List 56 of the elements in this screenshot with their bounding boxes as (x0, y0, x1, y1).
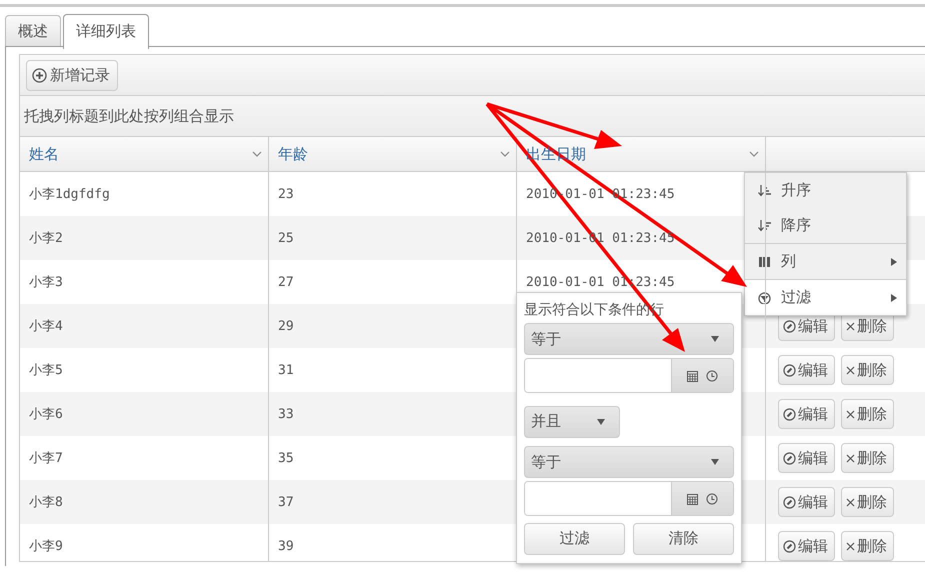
close-icon (846, 366, 855, 374)
edit-button[interactable]: 编辑 (778, 487, 835, 517)
clear-button[interactable]: 清除 (633, 522, 734, 555)
dropdown[interactable]: 等于 (524, 446, 734, 478)
table-cell: 小李6 (20, 392, 269, 436)
close-icon (846, 542, 855, 550)
clock-icon (706, 492, 718, 504)
pencil-circle-icon (783, 320, 796, 332)
table-cell: 小李8 (20, 480, 269, 524)
table-cell: 25 (269, 216, 517, 260)
add-record-button[interactable]: 新增记录 (26, 60, 118, 90)
caret-icon (252, 150, 262, 158)
dropdown-arrow-icon (711, 459, 719, 466)
delete-button[interactable]: 删除 (841, 531, 894, 561)
delete-button[interactable]: 删除 (841, 355, 894, 385)
date-input-field[interactable] (524, 358, 734, 393)
dropdown[interactable]: 并且 (524, 406, 620, 438)
pencil-circle-icon (783, 408, 796, 420)
sort-descending-icon (758, 220, 771, 232)
edit-button[interactable]: 编辑 (778, 443, 835, 473)
table-cell: 小李9 (20, 524, 269, 561)
delete-button[interactable]: 删除 (841, 443, 894, 473)
plus-circle-icon (32, 68, 47, 82)
dropdown[interactable]: 等于 (524, 323, 734, 356)
clock-icon (706, 370, 718, 382)
column-header[interactable]: 年龄 (269, 137, 517, 171)
close-icon (846, 454, 855, 462)
menu-item[interactable]: 过滤 (745, 279, 906, 315)
pencil-circle-icon (783, 540, 796, 552)
delete-button[interactable]: 删除 (841, 487, 894, 517)
group-hint: 托拽列标题到此处按列组合显示 (24, 106, 234, 126)
table-cell: 小李2 (20, 216, 269, 260)
filter-button[interactable]: 过滤 (524, 522, 625, 555)
pencil-circle-icon (783, 496, 796, 508)
caret-icon (500, 150, 510, 158)
edit-button[interactable]: 编辑 (778, 399, 835, 429)
pencil-circle-icon (783, 364, 796, 376)
caret-icon (749, 150, 759, 158)
date-input-field[interactable] (524, 481, 734, 516)
edit-button[interactable]: 编辑 (778, 355, 835, 385)
calendar-icon (687, 492, 698, 504)
calendar-icon (687, 370, 698, 382)
edit-button[interactable]: 编辑 (778, 531, 835, 561)
tab[interactable]: 详细列表 (63, 14, 149, 49)
delete-button[interactable]: 删除 (841, 399, 894, 429)
table-cell: 小李4 (20, 304, 269, 348)
columns-icon (758, 256, 771, 268)
dropdown-arrow-icon (711, 336, 719, 342)
close-icon (846, 410, 855, 418)
column-header[interactable]: 姓名 (20, 137, 269, 171)
close-icon (846, 498, 855, 506)
pencil-circle-icon (783, 452, 796, 464)
sort-ascending-icon (758, 184, 771, 196)
dropdown-arrow-icon (597, 418, 605, 425)
tab[interactable]: 概述 (5, 15, 61, 46)
close-icon (846, 322, 855, 330)
